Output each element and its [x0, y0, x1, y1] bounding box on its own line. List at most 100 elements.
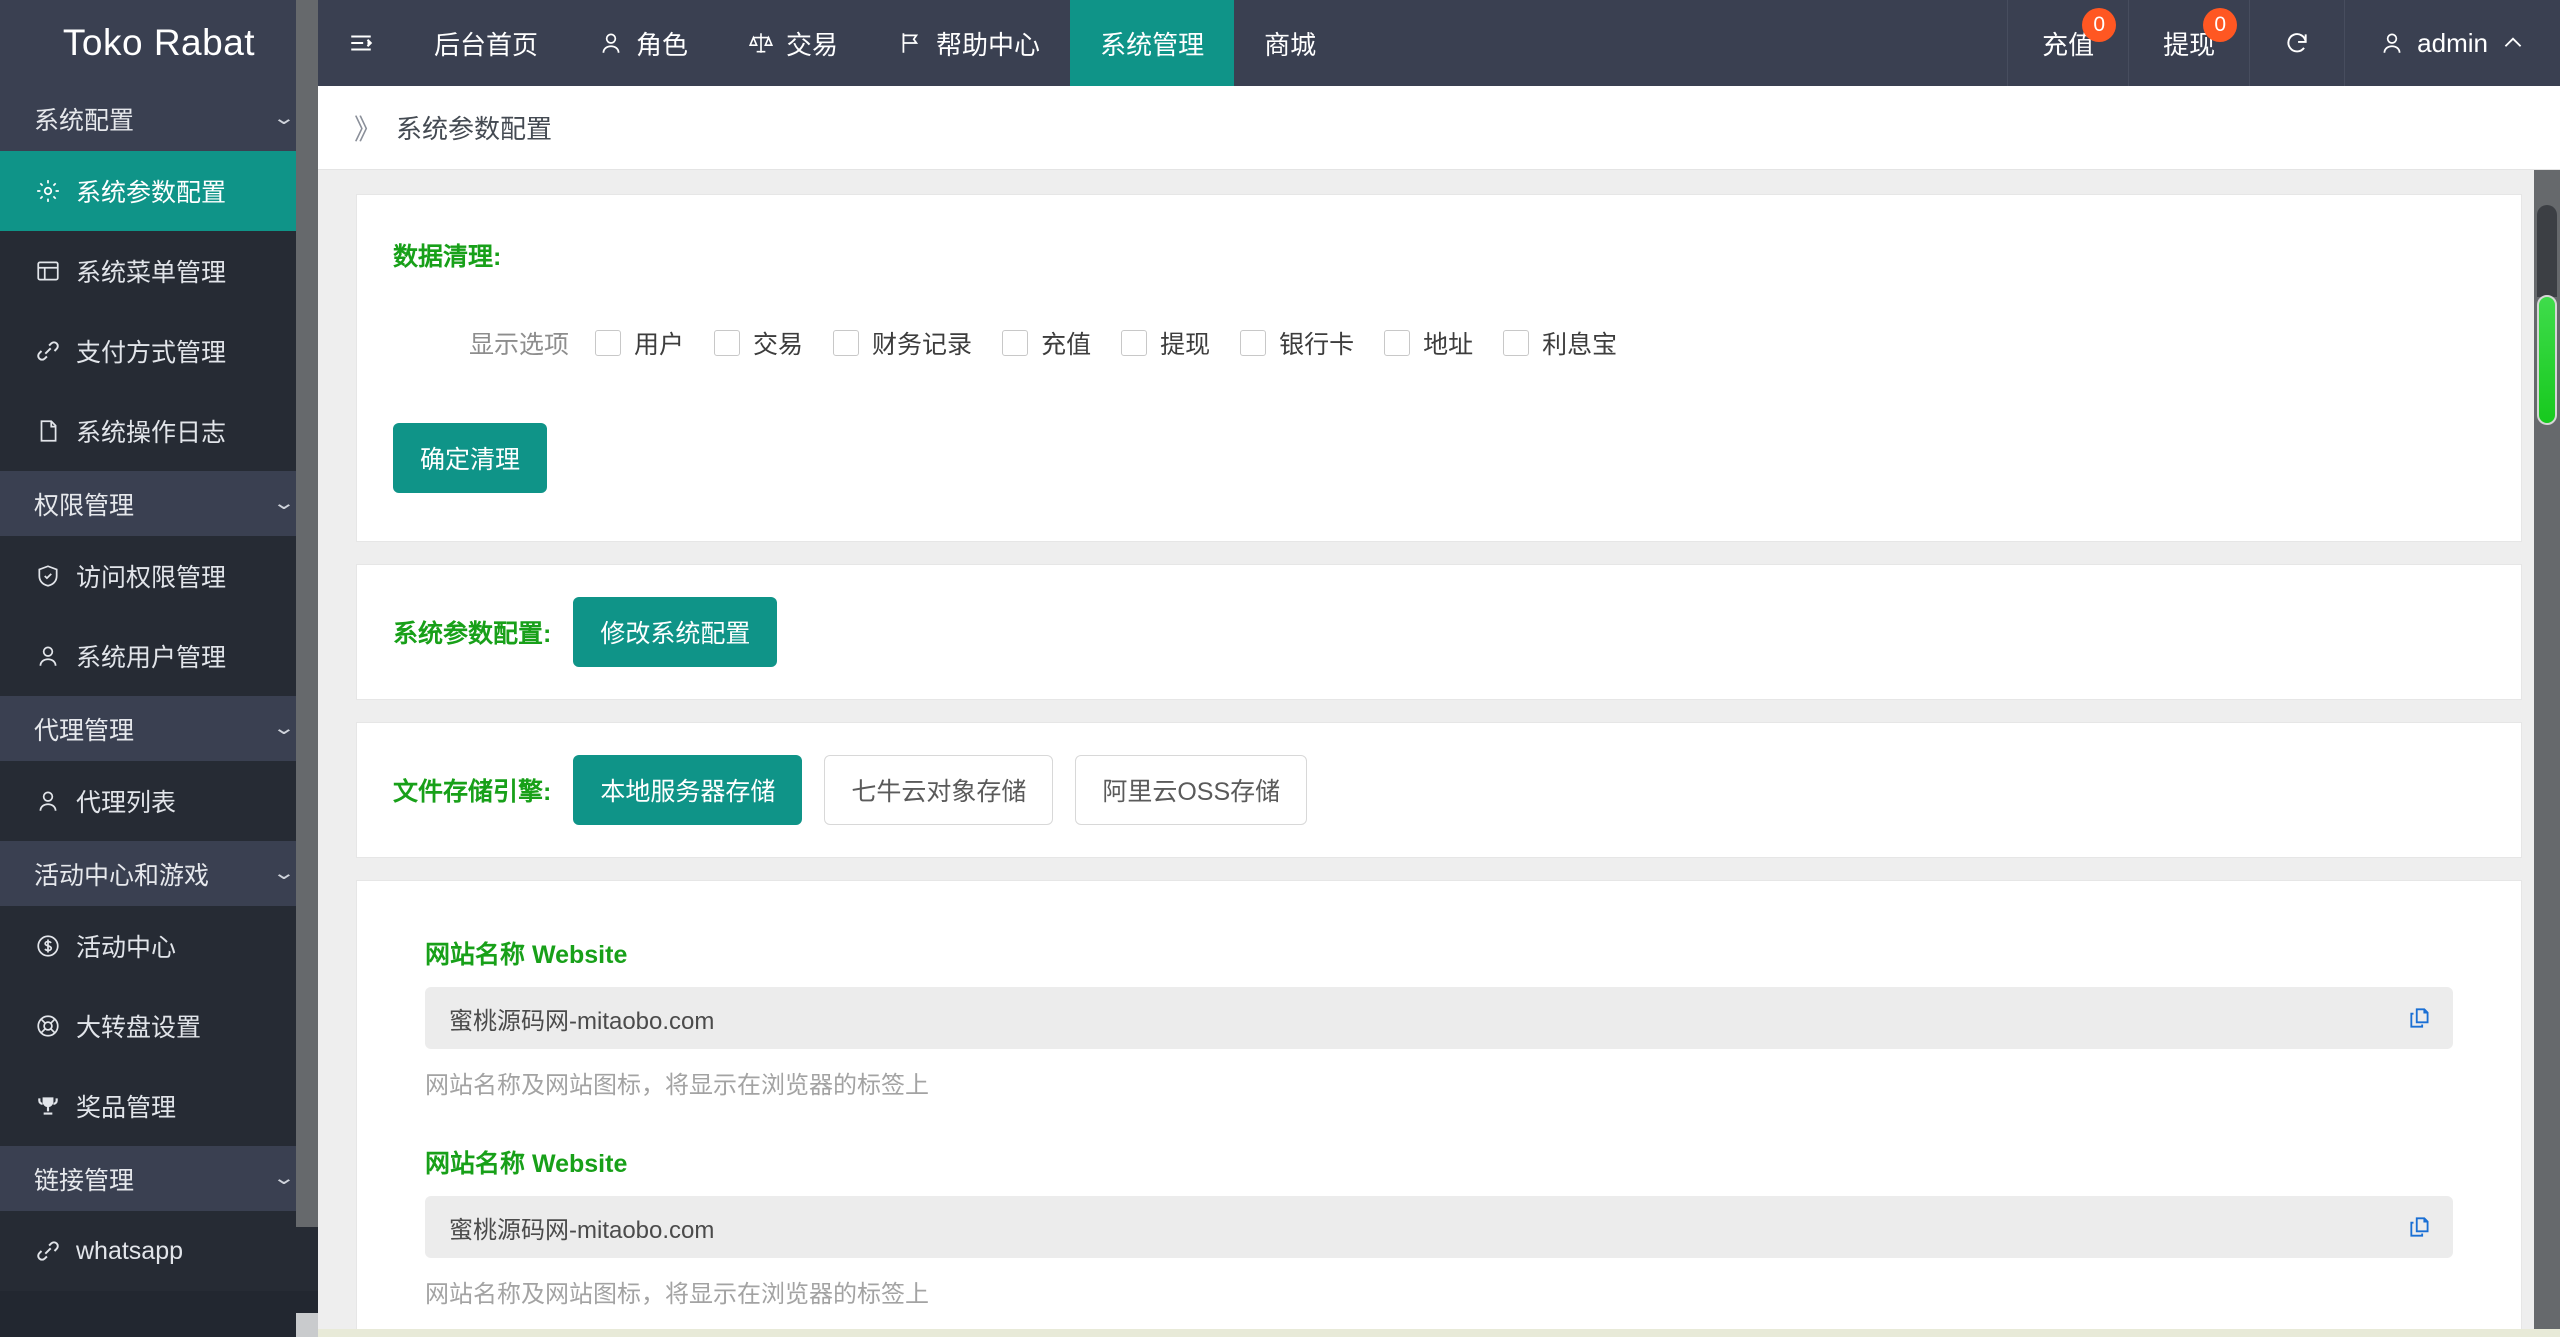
website-name-input-1[interactable] [425, 987, 2453, 1049]
note-icon [34, 417, 62, 445]
sidebar-scroll: 系统配置 ⌄ 系统参数配置 系统菜单管理 支付方式管理 系统操作日志 权限管理 … [0, 86, 318, 1337]
checkbox-interest-treasure[interactable]: 利息宝 [1503, 325, 1617, 361]
sidebar-item-access-permissions[interactable]: 访问权限管理 [0, 536, 318, 616]
edit-system-config-button[interactable]: 修改系统配置 [573, 597, 778, 667]
nav-item-mall[interactable]: 商城 [1234, 0, 1346, 86]
sidebar-item-system-menu[interactable]: 系统菜单管理 [0, 231, 318, 311]
sidebar-group-link-management[interactable]: 链接管理 ⌄ [0, 1146, 318, 1211]
sidebar-item-system-params[interactable]: 系统参数配置 [0, 151, 318, 231]
nav-withdraw-button[interactable]: 提现 0 [2128, 0, 2249, 86]
sidebar-group-activity-games[interactable]: 活动中心和游戏 ⌄ [0, 841, 318, 906]
nav-item-system-management[interactable]: 系统管理 [1070, 0, 1235, 86]
content-scrollbar-track-upper[interactable] [2537, 205, 2557, 297]
sidebar-item-activity-center[interactable]: 活动中心 [0, 906, 318, 986]
sidebar-item-system-users[interactable]: 系统用户管理 [0, 616, 318, 696]
chevron-down-icon: ⌄ [272, 493, 296, 514]
gear-icon [34, 177, 62, 205]
nav-refresh-button[interactable] [2249, 0, 2344, 86]
storage-option-local[interactable]: 本地服务器存储 [573, 755, 803, 825]
sidebar-scrollbar-track[interactable] [296, 1313, 318, 1337]
app-root: Toko Rabat 系统配置 ⌄ 系统参数配置 系统菜单管理 支付方式管理 系… [0, 0, 2560, 1337]
dollar-circle-icon [34, 932, 62, 960]
checkbox-label: 财务记录 [872, 331, 973, 359]
sidebar-group-label: 权限管理 [34, 491, 135, 520]
sidebar-item-label: 系统参数配置 [76, 179, 227, 207]
nav-item-label: 后台首页 [434, 29, 539, 60]
brand-title: Toko Rabat [0, 0, 318, 86]
checkbox-address[interactable]: 地址 [1384, 325, 1473, 361]
nav-item-label: 商城 [1264, 29, 1317, 60]
checkbox-box[interactable] [1384, 330, 1411, 356]
sidebar-item-label: 系统操作日志 [76, 419, 227, 447]
storage-option-aliyun-oss[interactable]: 阿里云OSS存储 [1075, 755, 1308, 825]
nav-item-label: 系统管理 [1100, 29, 1205, 60]
trophy-icon [34, 1092, 62, 1120]
breadcrumb: 》 系统参数配置 [318, 86, 2560, 170]
field-help-text: 网站名称及网站图标，将显示在浏览器的标签上 [425, 1072, 929, 1099]
sidebar-item-prize-management[interactable]: 奖品管理 [0, 1066, 318, 1146]
nav-item-help-center[interactable]: 帮助中心 [868, 0, 1070, 86]
chevron-down-icon: ⌄ [272, 1168, 296, 1189]
checkbox-box[interactable] [714, 330, 741, 356]
content-scrollbar-thumb[interactable] [2537, 295, 2557, 425]
checkbox-box[interactable] [1002, 330, 1029, 356]
sidebar-item-label: 代理列表 [76, 789, 177, 817]
display-options-label: 显示选项 [469, 331, 570, 359]
storage-engine-card: 文件存储引擎: 本地服务器存储 七牛云对象存储 阿里云OSS存储 [356, 722, 2522, 858]
main-area: 后台首页 角色 交易 帮助中心 系统管理 商城 充值 0 提现 0 admin … [318, 0, 2560, 1337]
checkbox-box[interactable] [1121, 330, 1148, 356]
storage-engine-title: 文件存储引擎: [393, 778, 552, 806]
recharge-badge: 0 [2082, 8, 2117, 42]
checkbox-box[interactable] [595, 330, 622, 356]
storage-option-qiniu[interactable]: 七牛云对象存储 [824, 755, 1054, 825]
checkbox-withdraw[interactable]: 提现 [1121, 325, 1210, 361]
nav-item-label: 交易 [786, 29, 839, 60]
menu-toggle-button[interactable] [318, 0, 404, 86]
checkbox-label: 充值 [1041, 331, 1092, 359]
website-name-input-2[interactable] [425, 1196, 2453, 1258]
checkbox-user[interactable]: 用户 [595, 325, 684, 361]
chevron-down-icon: ⌄ [272, 108, 296, 129]
sidebar-item-agent-list[interactable]: 代理列表 [0, 761, 318, 841]
nav-item-dashboard[interactable]: 后台首页 [404, 0, 568, 86]
field-website-name-1: 网站名称 Website 网站名称及网站图标，将显示在浏览器的标签上 [425, 935, 2453, 1100]
system-params-card: 系统参数配置: 修改系统配置 [356, 564, 2522, 700]
checkbox-label: 利息宝 [1542, 331, 1618, 359]
link-icon [34, 1237, 62, 1265]
user-icon [34, 642, 62, 670]
menu-fold-icon [348, 30, 374, 56]
sidebar-item-label: 系统用户管理 [76, 644, 227, 672]
checkbox-finance-record[interactable]: 财务记录 [833, 325, 972, 361]
checkbox-recharge[interactable]: 充值 [1002, 325, 1091, 361]
refresh-icon [2284, 30, 2310, 56]
data-clean-title: 数据清理: [393, 243, 502, 271]
nav-user-menu[interactable]: admin [2344, 0, 2560, 86]
sidebar-item-system-logs[interactable]: 系统操作日志 [0, 391, 318, 471]
sidebar-group-agents[interactable]: 代理管理 ⌄ [0, 696, 318, 761]
site-config-form-card: 网站名称 Website 网站名称及网站图标，将显示在浏览器的标签上 网站名称 … [356, 880, 2522, 1337]
nav-item-roles[interactable]: 角色 [568, 0, 718, 86]
sidebar-item-payment-methods[interactable]: 支付方式管理 [0, 311, 318, 391]
sidebar-item-wheel-settings[interactable]: 大转盘设置 [0, 986, 318, 1066]
sidebar-item-whatsapp[interactable]: whatsapp [0, 1211, 318, 1291]
checkbox-label: 提现 [1160, 331, 1211, 359]
sidebar-item-label: 活动中心 [76, 934, 177, 962]
copy-icon[interactable] [2405, 1003, 2435, 1033]
sidebar-scrollbar-thumb[interactable] [296, 0, 318, 1227]
user-icon [2379, 30, 2405, 56]
checkbox-box[interactable] [1240, 330, 1267, 356]
checkbox-bank-card[interactable]: 银行卡 [1240, 325, 1354, 361]
copy-icon[interactable] [2405, 1212, 2435, 1242]
nav-item-transactions[interactable]: 交易 [718, 0, 868, 86]
field-label: 网站名称 Website [425, 941, 628, 969]
checkbox-box[interactable] [833, 330, 860, 356]
field-website-name-2: 网站名称 Website 网站名称及网站图标，将显示在浏览器的标签上 [425, 1144, 2453, 1309]
sidebar-group-permissions[interactable]: 权限管理 ⌄ [0, 471, 318, 536]
checkbox-transaction[interactable]: 交易 [714, 325, 803, 361]
checkbox-box[interactable] [1503, 330, 1530, 356]
content-scrollbar[interactable] [2534, 170, 2560, 1337]
nav-recharge-button[interactable]: 充值 0 [2007, 0, 2128, 86]
flag-icon [898, 30, 924, 56]
confirm-clean-button[interactable]: 确定清理 [393, 423, 548, 493]
sidebar-group-system-config[interactable]: 系统配置 ⌄ [0, 86, 318, 151]
